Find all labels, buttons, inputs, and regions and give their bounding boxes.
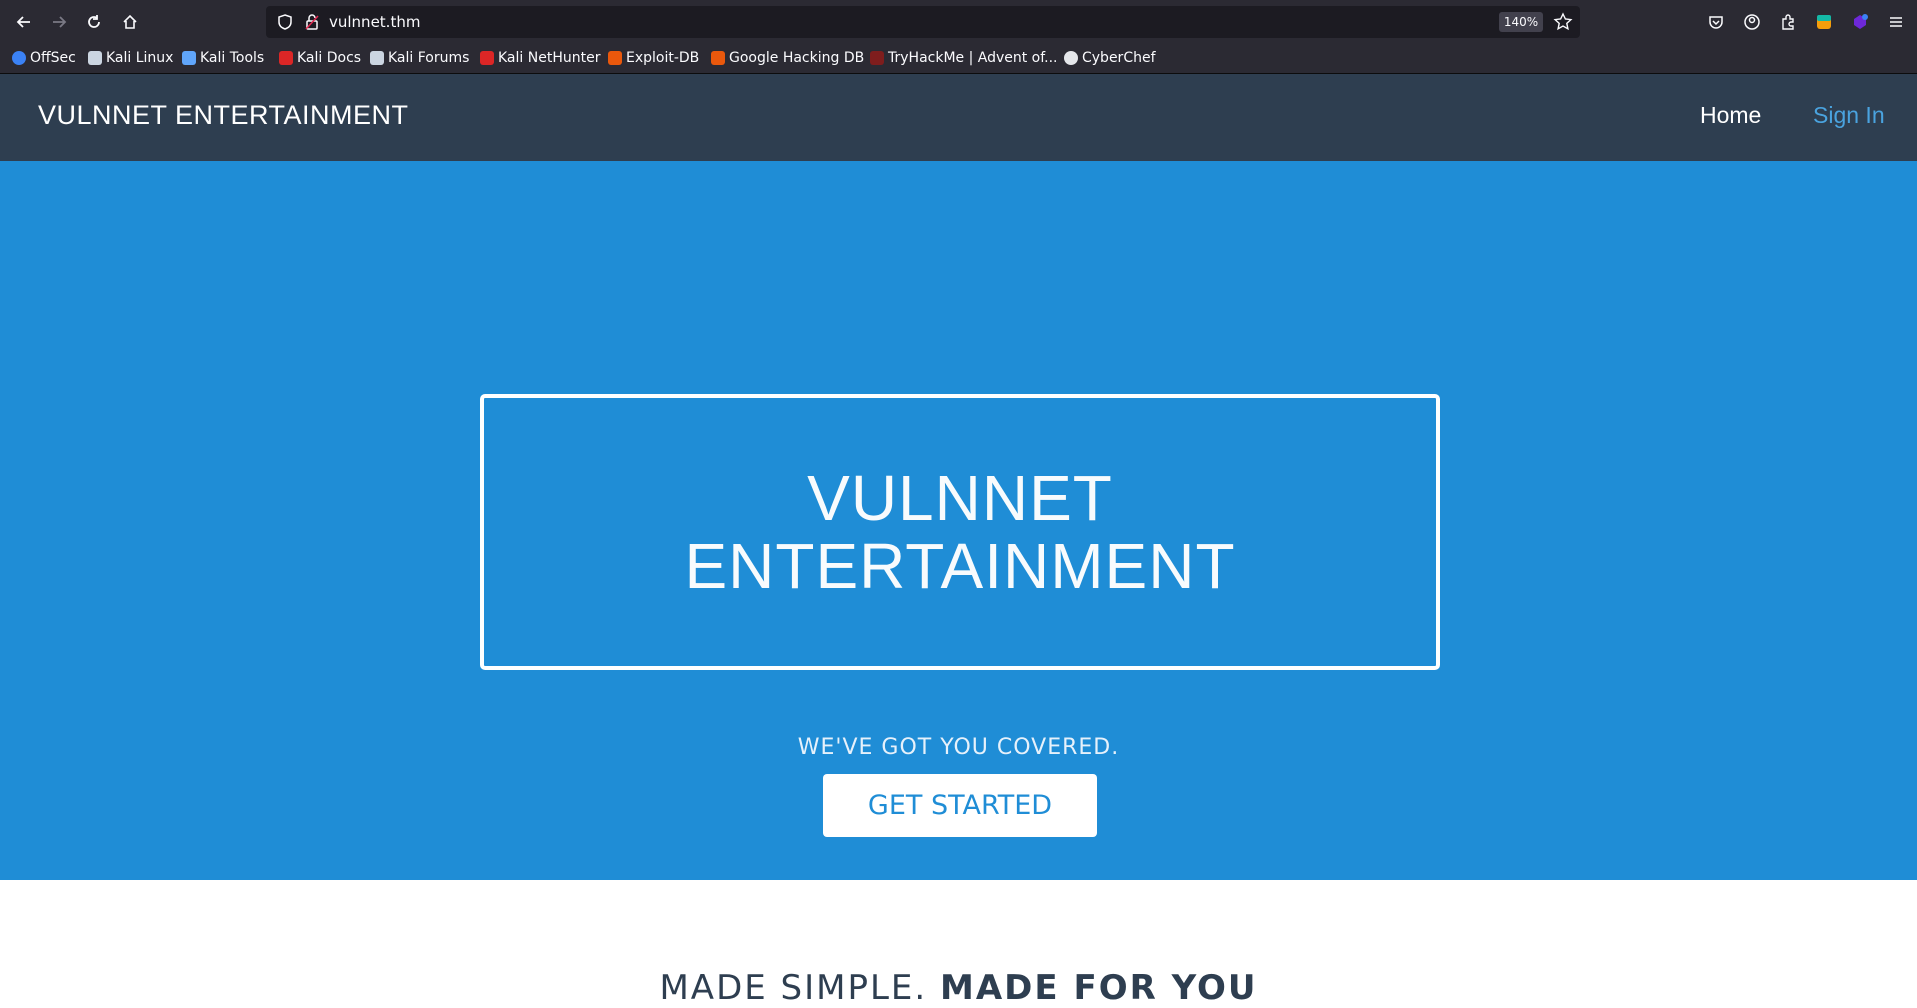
bookmark-label: Exploit-DB bbox=[626, 50, 700, 66]
site-navbar: VULNNET ENTERTAINMENT Home Sign In bbox=[0, 74, 1917, 161]
bookmark-label: CyberChef bbox=[1082, 50, 1156, 66]
extensions-icon[interactable] bbox=[1774, 8, 1802, 36]
section-heading-light: MADE SIMPLE. bbox=[659, 968, 941, 1008]
hero-title-line-1: VULNNET bbox=[807, 462, 1113, 534]
insecure-lock-icon[interactable] bbox=[303, 13, 321, 31]
bookmark-kali-docs[interactable]: Kali Docs bbox=[279, 50, 361, 66]
hero-title-box: VULNNET ENTERTAINMENT bbox=[480, 394, 1440, 670]
bookmark-label: Kali NetHunter bbox=[498, 50, 601, 66]
exploit-db-icon bbox=[608, 51, 622, 65]
bookmark-cyberchef[interactable]: CyberChef bbox=[1064, 50, 1156, 66]
address-bar[interactable]: vulnnet.thm 140% bbox=[266, 6, 1580, 38]
nav-home-link[interactable]: Home bbox=[1700, 102, 1761, 129]
home-icon[interactable] bbox=[116, 8, 144, 36]
bookmark-label: TryHackMe | Advent of... bbox=[888, 50, 1058, 66]
bookmark-label: Kali Docs bbox=[297, 50, 362, 66]
bookmarks-bar: OffSec Kali Linux Kali Tools Kali Docs K… bbox=[0, 44, 1917, 74]
url-text[interactable]: vulnnet.thm bbox=[329, 13, 420, 31]
tracking-protection-icon[interactable] bbox=[276, 13, 294, 31]
bookmark-kali-nethunter[interactable]: Kali NetHunter bbox=[480, 50, 600, 66]
bookmark-label: Kali Linux bbox=[106, 50, 174, 66]
browser-toolbar: vulnnet.thm 140% bbox=[0, 0, 1917, 44]
hero-title: VULNNET ENTERTAINMENT bbox=[610, 464, 1310, 600]
foxyproxy-extension-icon[interactable] bbox=[1846, 8, 1874, 36]
bookmark-star-icon[interactable] bbox=[1553, 12, 1573, 32]
get-started-button[interactable]: GET STARTED bbox=[823, 774, 1097, 837]
section-heading-bold: MADE FOR YOU bbox=[940, 968, 1258, 1008]
offsec-icon bbox=[12, 51, 26, 65]
bookmark-google-hacking-db[interactable]: Google Hacking DB bbox=[711, 50, 864, 66]
nethunter-icon bbox=[480, 51, 494, 65]
cyberchef-icon bbox=[1064, 51, 1078, 65]
kali-tools-icon bbox=[182, 51, 196, 65]
tryhackme-icon bbox=[870, 51, 884, 65]
pocket-icon[interactable] bbox=[1702, 8, 1730, 36]
back-icon[interactable] bbox=[10, 8, 38, 36]
web-page: VULNNET ENTERTAINMENT Home Sign In VULNN… bbox=[0, 74, 1917, 1008]
burp-extension-icon[interactable] bbox=[1810, 8, 1838, 36]
bookmark-label: Kali Tools bbox=[200, 50, 265, 66]
kali-docs-icon bbox=[279, 51, 293, 65]
bookmark-label: OffSec bbox=[30, 50, 76, 66]
hero-section: VULNNET ENTERTAINMENT WE'VE GOT YOU COVE… bbox=[0, 161, 1917, 880]
kali-dragon-icon bbox=[370, 51, 384, 65]
bookmark-label: Kali Forums bbox=[388, 50, 470, 66]
bookmark-kali-forums[interactable]: Kali Forums bbox=[370, 50, 469, 66]
bookmark-kali-tools[interactable]: Kali Tools bbox=[182, 50, 264, 66]
menu-icon[interactable] bbox=[1882, 8, 1910, 36]
exploit-db-icon bbox=[711, 51, 725, 65]
reload-icon[interactable] bbox=[80, 8, 108, 36]
forward-icon[interactable] bbox=[45, 8, 73, 36]
nav-signin-link[interactable]: Sign In bbox=[1813, 102, 1885, 129]
bookmark-tryhackme[interactable]: TryHackMe | Advent of... bbox=[870, 50, 1058, 66]
bookmark-kali-linux[interactable]: Kali Linux bbox=[88, 50, 173, 66]
account-icon[interactable] bbox=[1738, 8, 1766, 36]
bookmark-exploit-db[interactable]: Exploit-DB bbox=[608, 50, 699, 66]
hero-tagline: WE'VE GOT YOU COVERED. bbox=[797, 735, 1120, 760]
bookmark-label: Google Hacking DB bbox=[729, 50, 865, 66]
site-brand[interactable]: VULNNET ENTERTAINMENT bbox=[38, 100, 409, 131]
hero-title-line-2: ENTERTAINMENT bbox=[684, 530, 1236, 602]
section-heading: MADE SIMPLE. MADE FOR YOU bbox=[0, 968, 1917, 1008]
zoom-level-badge[interactable]: 140% bbox=[1499, 12, 1543, 32]
kali-dragon-icon bbox=[88, 51, 102, 65]
bookmark-offsec[interactable]: OffSec bbox=[12, 50, 76, 66]
